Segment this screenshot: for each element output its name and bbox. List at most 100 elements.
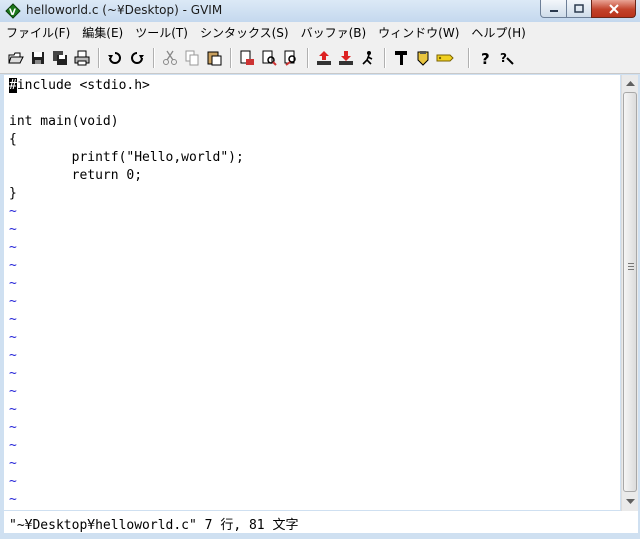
menu-syntax[interactable]: シンタックス(S): [194, 24, 295, 41]
load-session-button[interactable]: [315, 49, 333, 67]
command-line[interactable]: "~¥Desktop¥helloworld.c" 7 行, 81 文字: [4, 511, 638, 533]
svg-text:V: V: [9, 8, 16, 18]
empty-line-tilde: ~: [9, 438, 17, 453]
print-button[interactable]: [73, 49, 91, 67]
empty-line-tilde: ~: [9, 420, 17, 435]
title-bar[interactable]: V helloworld.c (~¥Desktop) - GVIM: [0, 0, 640, 22]
menu-buffers[interactable]: バッファ(B): [295, 24, 373, 41]
help-button[interactable]: ?: [476, 49, 494, 67]
code-line[interactable]: int main(void): [9, 113, 119, 131]
replace-button[interactable]: [238, 49, 256, 67]
undo-button[interactable]: [106, 49, 124, 67]
toolbar: ? ?: [0, 42, 640, 74]
find-help-icon: ?: [500, 51, 514, 65]
code-text: {: [9, 132, 17, 147]
scroll-grip: [628, 263, 634, 264]
redo-icon: [131, 52, 144, 64]
code-line[interactable]: #include <stdio.h>: [9, 77, 150, 95]
minimize-icon: [549, 9, 558, 12]
undo-icon: [108, 52, 121, 64]
find-next-button[interactable]: [260, 49, 278, 67]
empty-line-tilde: ~: [9, 204, 17, 219]
code-line[interactable]: {: [9, 131, 17, 149]
save-session-button[interactable]: [337, 49, 355, 67]
help-icon: ?: [481, 50, 490, 66]
toolbar-separator: [153, 48, 155, 68]
empty-line-tilde: ~: [9, 222, 17, 237]
save-icon: [32, 52, 44, 64]
find-help-button[interactable]: ?: [498, 49, 516, 67]
redo-button[interactable]: [128, 49, 146, 67]
svg-text:?: ?: [500, 51, 507, 65]
print-icon: [74, 50, 90, 66]
make-button[interactable]: [392, 49, 410, 67]
scroll-down-button[interactable]: [622, 493, 638, 510]
scroll-grip: [628, 266, 634, 267]
menu-edit[interactable]: 編集(E): [76, 24, 129, 41]
vim-app-icon[interactable]: V: [5, 3, 21, 19]
window-title: helloworld.c (~¥Desktop) - GVIM: [26, 3, 223, 17]
open-button[interactable]: [7, 49, 25, 67]
empty-line-tilde: ~: [9, 474, 17, 489]
menu-window[interactable]: ウィンドウ(W): [372, 24, 465, 41]
status-message: "~¥Desktop¥helloworld.c" 7 行, 81 文字: [9, 518, 299, 533]
shell-icon: [417, 51, 429, 66]
toolbar-separator: [307, 48, 309, 68]
run-script-button[interactable]: [359, 49, 377, 67]
minimize-button[interactable]: [540, 0, 567, 18]
empty-line-tilde: ~: [9, 384, 17, 399]
run-script-icon: [362, 51, 373, 65]
copy-button[interactable]: [183, 49, 201, 67]
open-icon: [8, 52, 24, 64]
empty-line-tilde: ~: [9, 330, 17, 345]
close-icon: [608, 3, 619, 14]
menu-file[interactable]: ファイル(F): [0, 24, 76, 41]
code-line[interactable]: }: [9, 185, 17, 203]
shell-button[interactable]: [414, 49, 432, 67]
toolbar-separator: [384, 48, 386, 68]
scroll-up-button[interactable]: [622, 75, 638, 92]
text-cursor: #: [9, 78, 17, 93]
load-session-icon: [317, 51, 331, 65]
maximize-button[interactable]: [566, 0, 592, 18]
menu-tools[interactable]: ツール(T): [129, 24, 194, 41]
editor-text-area[interactable]: #include <stdio.h> int main(void) { printf…: [4, 75, 620, 510]
empty-line-tilde: ~: [9, 240, 17, 255]
menu-bar: ファイル(F) 編集(E) ツール(T) シンタックス(S) バッファ(B) ウ…: [0, 22, 640, 42]
find-prev-button[interactable]: [282, 49, 300, 67]
maximize-icon: [574, 4, 584, 13]
save-button[interactable]: [29, 49, 47, 67]
toolbar-separator: [230, 48, 232, 68]
code-text: return 0;: [9, 168, 143, 183]
cut-icon: [163, 50, 177, 65]
scroll-thumb[interactable]: [623, 92, 637, 492]
ctags-button[interactable]: [436, 49, 454, 67]
code-line[interactable]: printf("Hello,world");: [9, 149, 244, 167]
code-text: include <stdio.h>: [16, 78, 150, 93]
find-next-icon: [262, 50, 277, 66]
close-button[interactable]: [591, 0, 636, 18]
find-prev-icon: [284, 50, 296, 66]
code-line[interactable]: return 0;: [9, 167, 142, 185]
save-all-icon: [53, 51, 67, 65]
empty-line-tilde: ~: [9, 312, 17, 327]
replace-icon: [240, 50, 254, 65]
empty-line-tilde: ~: [9, 294, 17, 309]
vertical-scrollbar[interactable]: [621, 75, 638, 511]
make-icon: [395, 51, 407, 65]
empty-line-tilde: ~: [9, 492, 17, 507]
code-text: }: [9, 186, 17, 201]
cut-button[interactable]: [161, 49, 179, 67]
empty-line-tilde: ~: [9, 366, 17, 381]
empty-line-tilde: ~: [9, 276, 17, 291]
toolbar-separator: [468, 48, 470, 68]
empty-line-tilde: ~: [9, 258, 17, 273]
paste-button[interactable]: [205, 49, 223, 67]
paste-icon: [207, 51, 222, 66]
menu-help[interactable]: ヘルプ(H): [465, 24, 531, 41]
code-text: int main(void): [9, 114, 119, 129]
window-bottom-frame: [0, 533, 640, 539]
save-session-icon: [339, 51, 353, 65]
save-all-button[interactable]: [51, 49, 69, 67]
empty-line-tilde: ~: [9, 456, 17, 471]
